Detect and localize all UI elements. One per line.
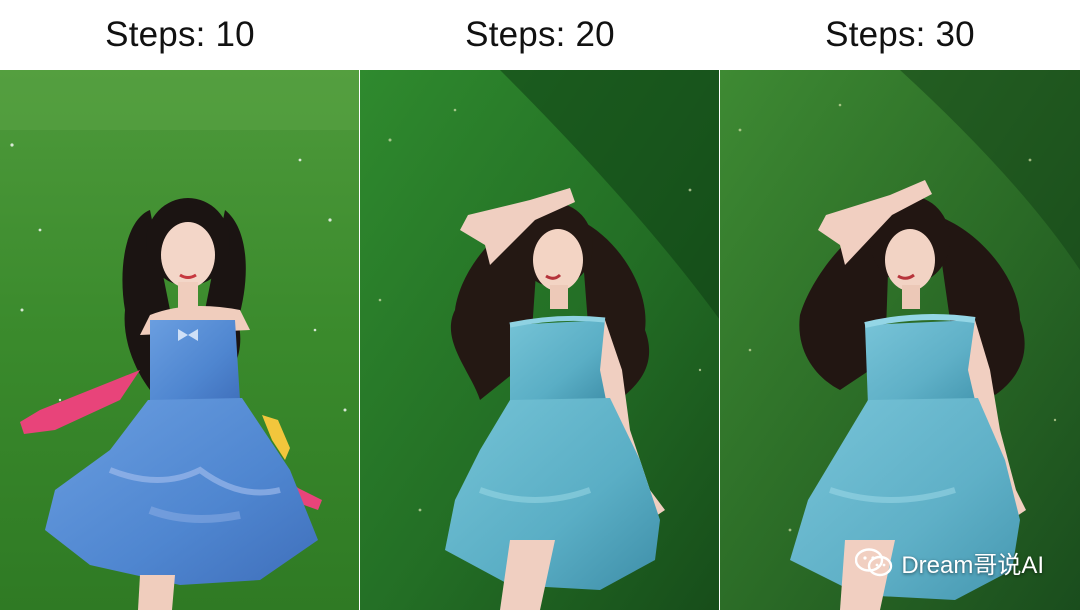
watermark: Dream哥说AI (855, 545, 1044, 580)
image-panels (0, 70, 1080, 610)
generated-image-1 (0, 70, 360, 610)
generated-image-2 (360, 70, 720, 610)
generated-image-3 (720, 70, 1080, 610)
wechat-icon (855, 547, 893, 578)
image-steps-20 (360, 70, 720, 610)
panel-divider (359, 70, 360, 610)
watermark-text: Dream哥说AI (901, 552, 1044, 579)
image-steps-10 (0, 70, 360, 610)
step-labels-row: Steps: 10 Steps: 20 Steps: 30 (0, 0, 1080, 70)
label-steps-10: Steps: 10 (105, 15, 255, 54)
comparison-figure: Steps: 10 Steps: 20 Steps: 30 Dream哥说AI (0, 0, 1080, 610)
label-steps-30: Steps: 30 (825, 15, 975, 54)
panel-divider (719, 70, 720, 610)
image-steps-30 (720, 70, 1080, 610)
label-steps-20: Steps: 20 (465, 15, 615, 54)
